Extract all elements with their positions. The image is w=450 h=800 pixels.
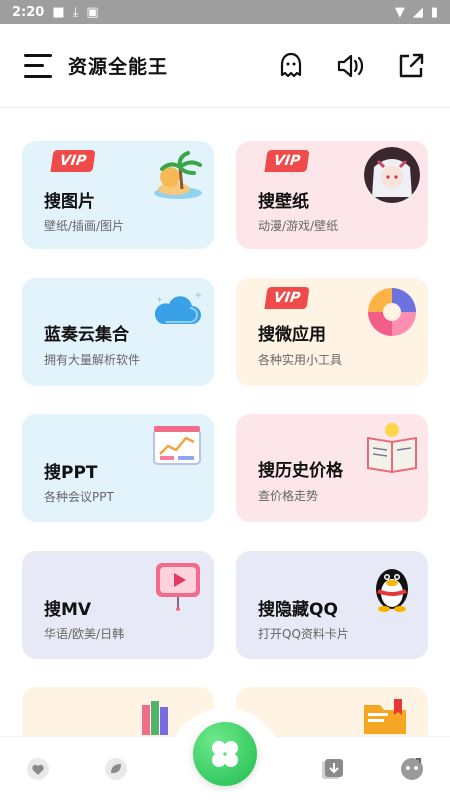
status-bar: 2:20 ■ ⤓ ▣ ▼ ◢ ▮ bbox=[0, 0, 450, 24]
signal-icon: ◢ bbox=[412, 4, 423, 20]
card-search-mini-apps[interactable]: VIP 搜微应用 各种实用小工具 bbox=[236, 278, 428, 386]
font-app-icon: ▣ bbox=[86, 4, 99, 20]
card-title: 搜壁纸 bbox=[258, 192, 309, 212]
cloud-illustration-icon: + + bbox=[150, 284, 206, 340]
ghost-icon[interactable] bbox=[276, 51, 306, 81]
app-title: 资源全能王 bbox=[68, 56, 169, 78]
clover-icon bbox=[212, 741, 238, 767]
profile-face-icon[interactable] bbox=[400, 757, 424, 781]
qq-penguin-illustration-icon bbox=[364, 557, 420, 613]
card-title: 蓝奏云集合 bbox=[44, 325, 129, 345]
card-search-hidden-qq[interactable]: 搜隐藏QQ 打开QQ资料卡片 bbox=[236, 551, 428, 659]
island-illustration-icon bbox=[150, 147, 206, 203]
hamburger-menu-icon[interactable] bbox=[24, 53, 52, 78]
wifi-icon: ▼ bbox=[394, 4, 405, 20]
card-subtitle: 拥有大量解析软件 bbox=[44, 353, 141, 367]
heart-icon[interactable] bbox=[26, 757, 50, 781]
notebook-lightbulb-illustration-icon bbox=[364, 420, 420, 476]
vip-badge: VIP bbox=[264, 287, 310, 309]
leaf-icon[interactable] bbox=[104, 757, 128, 781]
svg-text:+: + bbox=[194, 290, 202, 301]
app-header: 资源全能王 bbox=[0, 24, 450, 108]
pie-chart-illustration-icon bbox=[364, 284, 420, 340]
card-subtitle: 华语/欧美/日韩 bbox=[44, 627, 125, 641]
card-search-ppt[interactable]: 搜PPT 各种会议PPT bbox=[22, 414, 214, 522]
card-title: 搜MV bbox=[44, 600, 92, 620]
status-time: 2:20 bbox=[12, 4, 45, 20]
notification-square-icon: ■ bbox=[52, 4, 65, 20]
card-subtitle: 各种会议PPT bbox=[44, 490, 114, 504]
speaker-icon[interactable] bbox=[336, 51, 366, 81]
card-title: 搜历史价格 bbox=[258, 461, 343, 481]
clover-home-button[interactable] bbox=[193, 722, 257, 786]
vip-badge: VIP bbox=[50, 150, 96, 172]
share-icon[interactable] bbox=[396, 51, 426, 81]
battery-icon: ▮ bbox=[430, 4, 438, 20]
card-title: 搜图片 bbox=[44, 192, 95, 212]
card-subtitle: 打开QQ资料卡片 bbox=[258, 627, 349, 641]
card-search-price-history[interactable]: 搜历史价格 查价格走势 bbox=[236, 414, 428, 522]
download-box-icon[interactable] bbox=[320, 757, 344, 781]
anime-avatar-icon bbox=[364, 147, 420, 203]
card-title: 搜PPT bbox=[44, 463, 98, 483]
card-title: 搜微应用 bbox=[258, 325, 326, 345]
card-search-wallpapers[interactable]: VIP 搜壁纸 动漫/游戏/壁纸 bbox=[236, 141, 428, 249]
vip-badge: VIP bbox=[264, 150, 310, 172]
download-icon: ⤓ bbox=[72, 4, 79, 20]
card-subtitle: 壁纸/插画/图片 bbox=[44, 219, 125, 233]
card-subtitle: 查价格走势 bbox=[258, 489, 319, 503]
card-subtitle: 各种实用小工具 bbox=[258, 353, 343, 367]
video-player-illustration-icon bbox=[150, 557, 206, 613]
card-subtitle: 动漫/游戏/壁纸 bbox=[258, 219, 339, 233]
presentation-board-illustration-icon bbox=[150, 420, 206, 476]
svg-text:+: + bbox=[156, 295, 163, 304]
card-title: 搜隐藏QQ bbox=[258, 600, 338, 620]
card-search-images[interactable]: VIP 搜图片 壁纸/插画/图片 bbox=[22, 141, 214, 249]
card-lanzou-cloud[interactable]: 蓝奏云集合 拥有大量解析软件 + + bbox=[22, 278, 214, 386]
card-search-mv[interactable]: 搜MV 华语/欧美/日韩 bbox=[22, 551, 214, 659]
